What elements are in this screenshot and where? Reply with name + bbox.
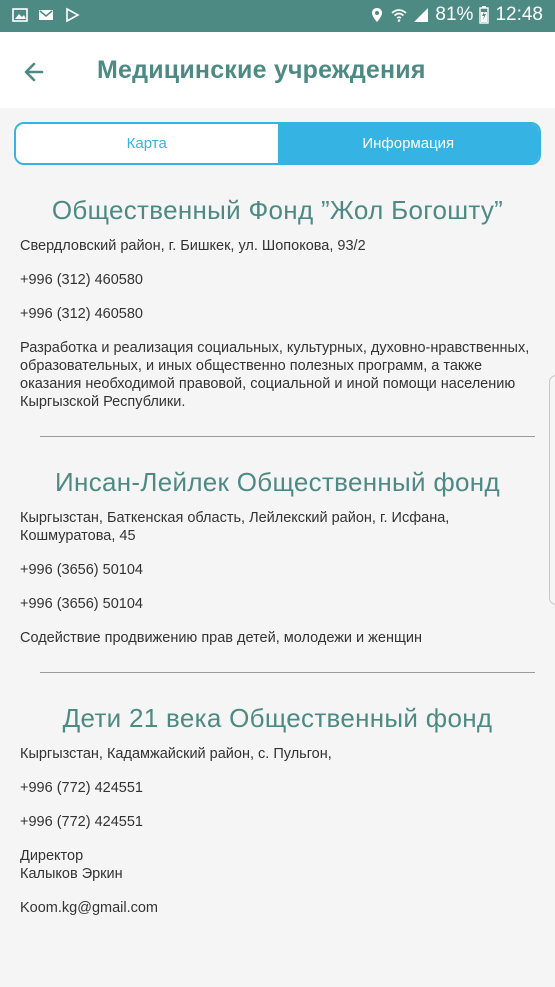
contact-role: Директор xyxy=(20,848,84,864)
play-store-icon xyxy=(66,7,80,23)
battery-charging-icon xyxy=(479,6,490,24)
divider xyxy=(40,436,535,437)
org-card: Инсан-Лейлек Общественный фонд Кыргызста… xyxy=(0,467,555,647)
org-phone[interactable]: +996 (772) 424551 xyxy=(20,813,535,831)
org-description: Содействие продвижению прав детей, молод… xyxy=(20,630,422,646)
org-name: Дети 21 века Общественный фонд xyxy=(62,703,493,733)
arrow-back-icon xyxy=(24,62,44,82)
gmail-icon xyxy=(39,10,53,20)
org-address: Кыргызстан, Кадамжайский район, с. Пульг… xyxy=(20,746,332,762)
location-icon xyxy=(372,8,383,22)
org-phone[interactable]: +996 (312) 460580 xyxy=(20,305,535,323)
contact-name: Калыков Эркин xyxy=(20,866,123,882)
app-bar: Медицинские учреждения xyxy=(0,32,555,108)
org-name: Общественный Фонд ”Жол Богошту” xyxy=(51,195,504,225)
back-button[interactable] xyxy=(16,54,52,90)
gallery-icon xyxy=(12,8,28,22)
info-list[interactable]: Общественный Фонд ”Жол Богошту” Свердлов… xyxy=(0,165,555,987)
signal-icon xyxy=(414,8,429,22)
org-phone[interactable]: +996 (3656) 50104 xyxy=(20,561,535,579)
divider xyxy=(40,672,535,673)
org-name: Инсан-Лейлек Общественный фонд xyxy=(55,467,500,497)
org-phone[interactable]: +996 (312) 460580 xyxy=(20,271,535,289)
org-card: Общественный Фонд ”Жол Богошту” Свердлов… xyxy=(0,195,555,411)
org-phone[interactable]: +996 (772) 424551 xyxy=(20,779,535,797)
org-address: Свердловский район, г. Бишкек, ул. Шопок… xyxy=(20,238,366,254)
org-address: Кыргызстан, Баткенская область, Лейлекск… xyxy=(20,510,450,544)
tab-switcher: Карта Информация xyxy=(14,122,541,165)
org-phone[interactable]: +996 (3656) 50104 xyxy=(20,595,535,613)
status-time: 12:48 xyxy=(495,4,543,25)
page-title: Медицинские учреждения xyxy=(97,56,426,84)
tab-map[interactable]: Карта xyxy=(16,124,278,163)
org-card: Дети 21 века Общественный фонд Кыргызста… xyxy=(0,703,555,917)
tab-info[interactable]: Информация xyxy=(277,124,539,163)
wifi-icon xyxy=(391,9,407,22)
org-description: Разработка и реализация социальных, куль… xyxy=(20,340,530,410)
battery-percent: 81% xyxy=(435,4,474,25)
scroll-indicator xyxy=(549,375,555,605)
status-bar: 81% 12:48 xyxy=(0,0,555,32)
org-email[interactable]: Koom.kg@gmail.com xyxy=(20,899,535,917)
